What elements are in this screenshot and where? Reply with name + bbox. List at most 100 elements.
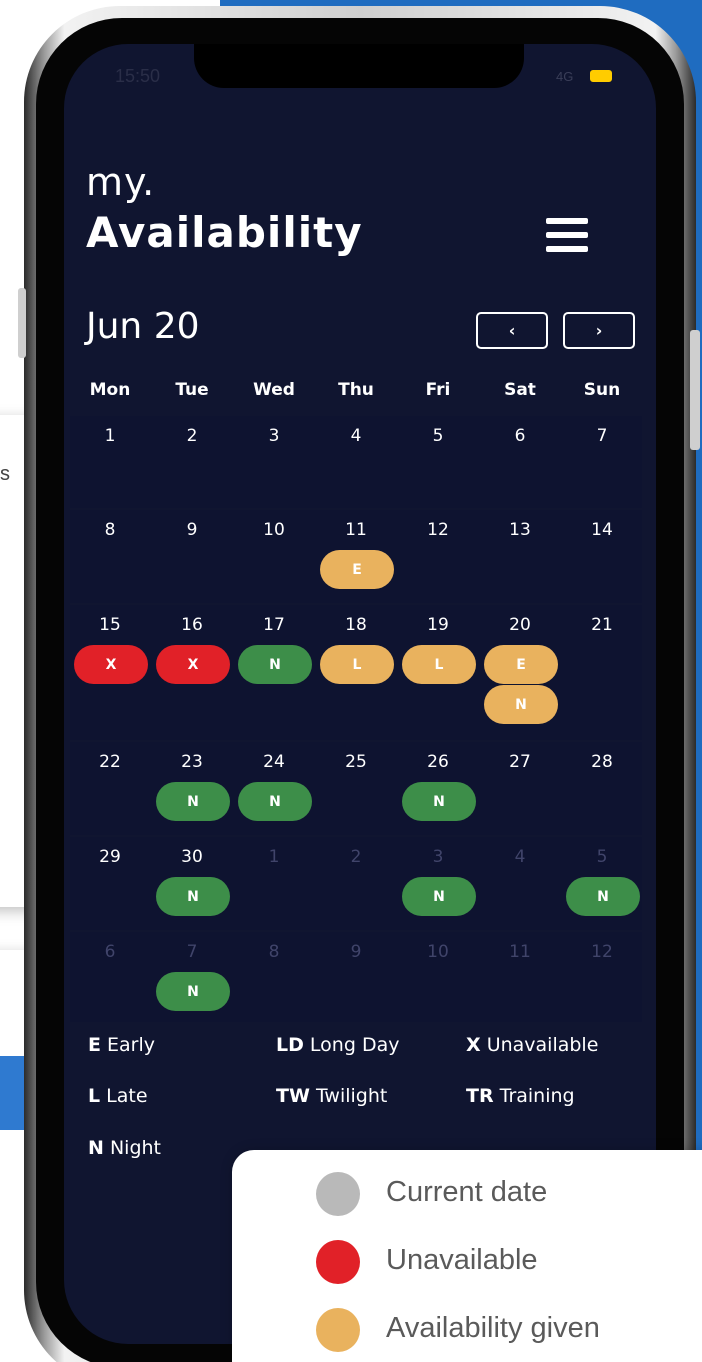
calendar-day[interactable]: 21 (562, 615, 642, 635)
calendar-day[interactable]: 1 (234, 847, 314, 867)
calendar-day[interactable]: 20 (480, 615, 560, 635)
calendar-day[interactable]: 5 (562, 847, 642, 867)
calendar-day[interactable]: 4 (316, 426, 396, 446)
status-key-label: Current date (386, 1176, 548, 1208)
shift-pill[interactable]: N (484, 685, 558, 724)
calendar-day[interactable]: 3 (398, 847, 478, 867)
legend-label: Unavailable (480, 1034, 599, 1056)
network-label: 4G (556, 69, 574, 84)
legend-label: Late (100, 1085, 148, 1107)
shift-pill[interactable]: E (320, 550, 394, 589)
calendar-day[interactable]: 6 (480, 426, 560, 446)
calendar-day[interactable]: 1 (70, 426, 150, 446)
weekday-label: Fri (425, 380, 451, 400)
calendar-day[interactable]: 11 (480, 942, 560, 962)
shift-pill[interactable]: N (402, 877, 476, 916)
shift-pill[interactable]: X (74, 645, 148, 684)
legend-label: Night (103, 1137, 161, 1159)
legend-label: Training (493, 1085, 575, 1107)
calendar-day[interactable]: 28 (562, 752, 642, 772)
phone-side-button (18, 288, 26, 358)
weekday-label: Mon (89, 380, 131, 400)
status-time: 15:50 (115, 66, 161, 86)
weekday-label: Thu (338, 380, 374, 400)
next-month-button[interactable]: › (563, 312, 635, 349)
shift-pill[interactable]: L (402, 645, 476, 684)
weekday-label: Tue (175, 380, 209, 400)
legend-item: L Late (88, 1085, 148, 1107)
calendar-day[interactable]: 26 (398, 752, 478, 772)
calendar-day[interactable]: 7 (562, 426, 642, 446)
legend-code: TR (466, 1085, 494, 1107)
calendar-day[interactable]: 4 (480, 847, 560, 867)
legend-item: N Night (88, 1137, 161, 1159)
calendar-day[interactable]: 17 (234, 615, 314, 635)
shift-pill[interactable]: N (156, 972, 230, 1011)
calendar-day[interactable]: 8 (70, 520, 150, 540)
calendar-day[interactable]: 22 (70, 752, 150, 772)
calendar-day[interactable]: 12 (398, 520, 478, 540)
calendar-day[interactable]: 2 (152, 426, 232, 446)
shift-pill[interactable]: L (320, 645, 394, 684)
legend-item: TR Training (466, 1085, 575, 1107)
calendar-day[interactable]: 19 (398, 615, 478, 635)
legend-item: X Unavailable (466, 1034, 598, 1056)
calendar-day[interactable]: 8 (234, 942, 314, 962)
shift-pill[interactable]: N (566, 877, 640, 916)
calendar-day[interactable]: 15 (70, 615, 150, 635)
shift-pill[interactable]: E (484, 645, 558, 684)
status-dot (316, 1172, 360, 1216)
calendar-day[interactable]: 14 (562, 520, 642, 540)
prev-month-button[interactable]: ‹ (476, 312, 548, 349)
calendar-day[interactable]: 23 (152, 752, 232, 772)
legend-code: N (88, 1137, 104, 1159)
legend-item: TW Twilight (276, 1085, 387, 1107)
month-label: Jun 20 (86, 306, 200, 347)
legend-item: E Early (88, 1034, 155, 1056)
hamburger-menu-icon[interactable] (546, 218, 588, 252)
calendar-day[interactable]: 13 (480, 520, 560, 540)
weekday-label: Sun (583, 380, 621, 400)
phone-side-button (690, 330, 700, 450)
shift-pill[interactable]: X (156, 645, 230, 684)
calendar-day[interactable]: 3 (234, 426, 314, 446)
calendar-day[interactable]: 12 (562, 942, 642, 962)
calendar-day[interactable]: 25 (316, 752, 396, 772)
legend-code: L (88, 1085, 101, 1107)
calendar-day[interactable]: 27 (480, 752, 560, 772)
calendar-day[interactable]: 29 (70, 847, 150, 867)
calendar-day[interactable]: 30 (152, 847, 232, 867)
battery-charging-icon (590, 70, 612, 82)
calendar-day[interactable]: 5 (398, 426, 478, 446)
background-card-text: s (0, 463, 10, 485)
status-dot (316, 1240, 360, 1284)
calendar-day[interactable]: 7 (152, 942, 232, 962)
shift-pill[interactable]: N (402, 782, 476, 821)
calendar-day[interactable]: 16 (152, 615, 232, 635)
calendar-day[interactable]: 2 (316, 847, 396, 867)
legend-code: LD (276, 1034, 304, 1056)
calendar-day[interactable]: 24 (234, 752, 314, 772)
legend-code: X (466, 1034, 481, 1056)
calendar-day[interactable]: 10 (234, 520, 314, 540)
shift-pill[interactable]: N (238, 645, 312, 684)
status-dot (316, 1308, 360, 1352)
calendar-day[interactable]: 6 (70, 942, 150, 962)
phone-notch (194, 44, 524, 88)
shift-pill[interactable]: N (156, 877, 230, 916)
calendar-day[interactable]: 11 (316, 520, 396, 540)
shift-pill[interactable]: N (238, 782, 312, 821)
page-title: Availability (86, 208, 363, 257)
legend-code: E (88, 1034, 101, 1056)
calendar-day[interactable]: 10 (398, 942, 478, 962)
weekday-label: Sat (504, 380, 536, 400)
legend-label: Twilight (309, 1085, 388, 1107)
weekday-label: Wed (253, 380, 295, 400)
status-key-label: Unavailable (386, 1244, 538, 1276)
legend-item: LD Long Day (276, 1034, 399, 1056)
calendar-day[interactable]: 9 (316, 942, 396, 962)
calendar-day[interactable]: 18 (316, 615, 396, 635)
shift-pill[interactable]: N (156, 782, 230, 821)
calendar-day[interactable]: 9 (152, 520, 232, 540)
legend-label: Long Day (303, 1034, 400, 1056)
